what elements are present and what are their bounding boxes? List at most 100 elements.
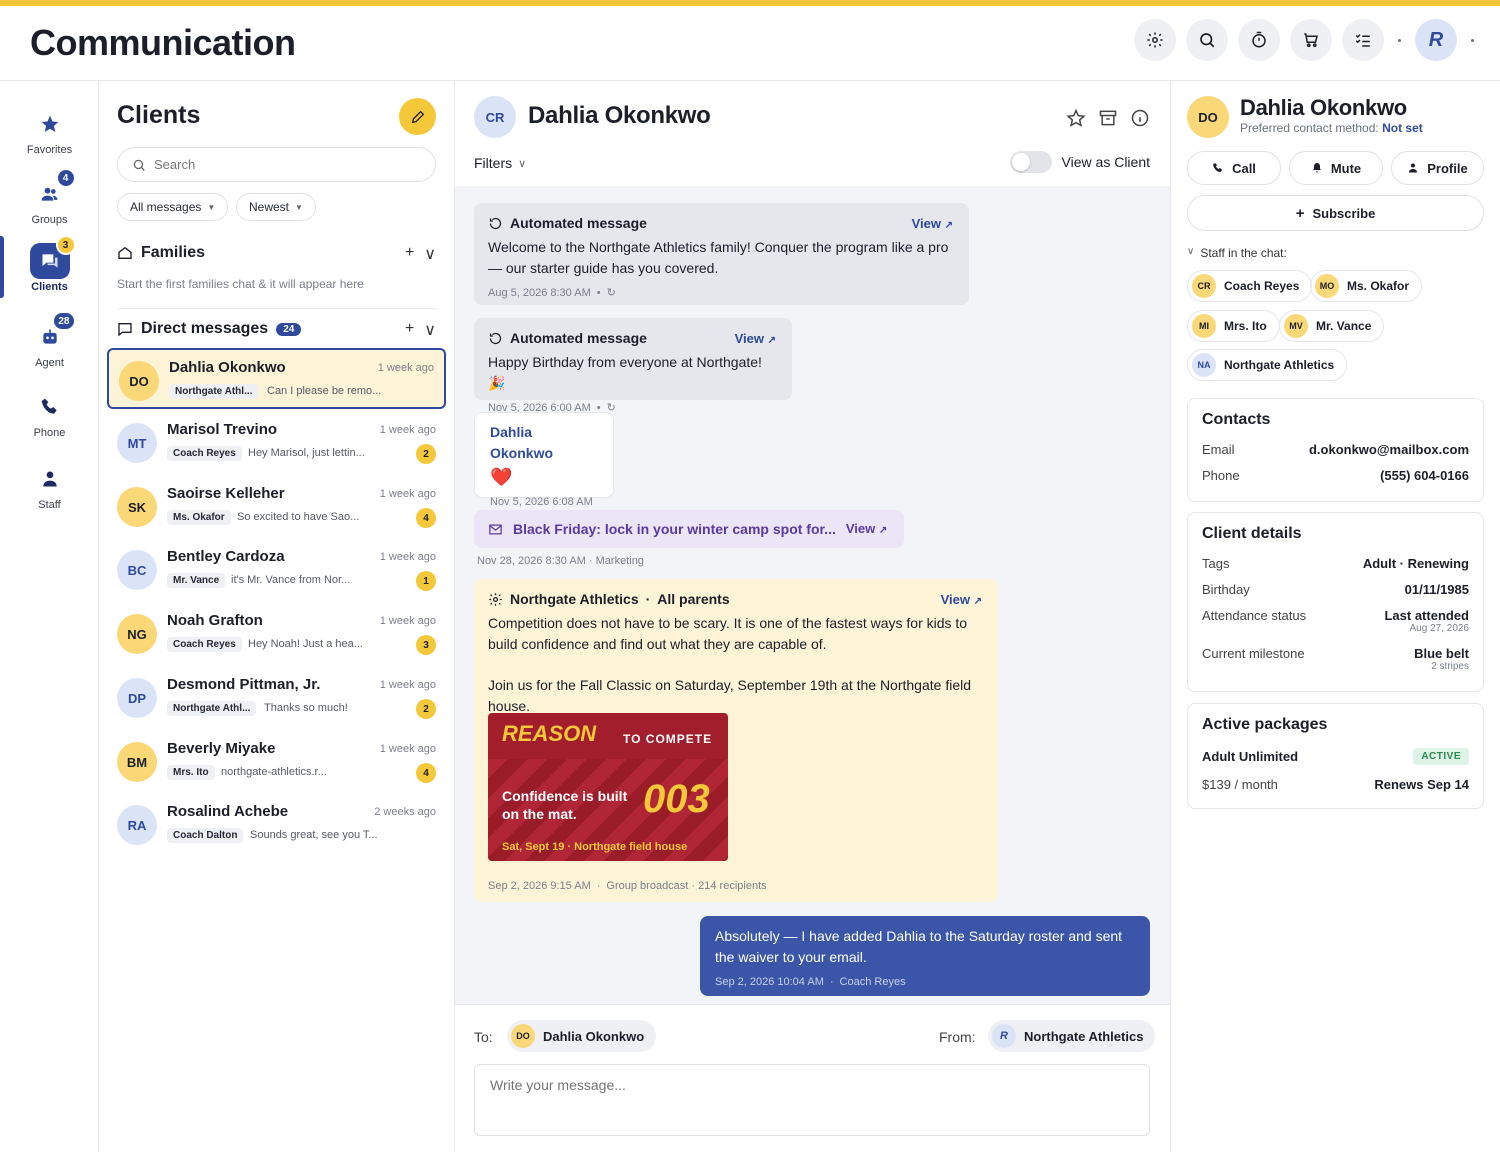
- call-button[interactable]: Call: [1187, 151, 1281, 185]
- email-value[interactable]: d.okonkwo@mailbox.com: [1309, 442, 1469, 457]
- user-avatar[interactable]: R: [1415, 19, 1457, 61]
- staff-chip[interactable]: MV Mr. Vance: [1279, 310, 1385, 342]
- direct-count-badge: 24: [276, 322, 302, 336]
- view-link[interactable]: View ↗: [846, 518, 887, 541]
- preferred-contact: Preferred contact method: Not set: [1240, 121, 1423, 135]
- families-section-header[interactable]: Families: [117, 244, 205, 262]
- staff-tag: Northgate Athl...: [167, 701, 257, 716]
- subscribe-button[interactable]: + Subscribe: [1187, 195, 1484, 231]
- avatar: DO: [119, 361, 159, 401]
- nav-item-staff[interactable]: Staff: [0, 461, 99, 521]
- history-icon: ↻: [606, 287, 616, 299]
- nav-item-favorites[interactable]: Favorites: [0, 106, 99, 166]
- search-button[interactable]: [1186, 19, 1228, 61]
- avatar: NG: [117, 614, 157, 654]
- preferred-contact-value[interactable]: Not set: [1382, 121, 1423, 135]
- nav-item-groups[interactable]: 4 Groups: [0, 168, 99, 236]
- timer-button[interactable]: [1238, 19, 1280, 61]
- menu-dot[interactable]: [1471, 38, 1474, 42]
- agent-badge: 28: [52, 311, 76, 331]
- conversation-name: Rosalind Achebe: [167, 803, 289, 820]
- direct-messages-header[interactable]: Direct messages 24: [117, 320, 302, 338]
- compose-button[interactable]: [399, 98, 436, 135]
- search-icon: [133, 159, 145, 171]
- staff-chip[interactable]: NA Northgate Athletics: [1187, 349, 1348, 381]
- staff-in-chat-header[interactable]: ∨ Staff in the chat:: [1187, 246, 1287, 260]
- chat-icon: [42, 254, 57, 268]
- view-as-client-toggle-row: View as Client: [1009, 151, 1150, 173]
- filter-sort[interactable]: Newest ▼: [236, 193, 316, 221]
- sender-chip[interactable]: R Northgate Athletics: [988, 1020, 1156, 1052]
- search-input[interactable]: [154, 157, 414, 172]
- conversation-name: Dahlia Okonkwo: [169, 359, 286, 376]
- profile-button[interactable]: Profile: [1391, 151, 1484, 185]
- conversation-name: Desmond Pittman, Jr.: [167, 676, 321, 693]
- person-icon: [42, 471, 57, 487]
- conversation-preview: So excited to have Sao...: [237, 511, 360, 523]
- staff-tag: Mr. Vance: [167, 573, 226, 588]
- chat-header: CR Dahlia Okonkwo Filters ∨ View as Clie…: [455, 81, 1170, 186]
- filters-dropdown[interactable]: Filters ∨: [474, 155, 526, 171]
- event-poster-image[interactable]: REASON TO COMPETE Confidence is built on…: [488, 713, 728, 861]
- client-message: Dahlia Okonkwo ❤️ Nov 5, 2026 6:08 AM: [474, 412, 614, 508]
- avatar: MT: [117, 423, 157, 463]
- staff-tag: Mrs. Ito: [167, 765, 215, 780]
- families-empty-note: Start the first families chat & it will …: [117, 277, 364, 291]
- staff-chip[interactable]: MO Ms. Okafor: [1310, 270, 1423, 302]
- conversation-time: 1 week ago: [377, 362, 434, 374]
- avatar: BC: [117, 550, 157, 590]
- staff-chip[interactable]: CR Coach Reyes: [1187, 270, 1313, 302]
- view-link[interactable]: View ↗: [735, 328, 776, 351]
- house-icon: [118, 246, 132, 259]
- attendance-value: Last attended: [1384, 608, 1469, 623]
- unread-badge: 2: [416, 444, 436, 464]
- conversation-item[interactable]: DP Desmond Pittman, Jr. 1 week ago North…: [107, 667, 446, 728]
- conversation-item[interactable]: MT Marisol Trevino 1 week ago Coach Reye…: [107, 412, 446, 473]
- cart-button[interactable]: [1290, 19, 1332, 61]
- conversation-item[interactable]: DO Dahlia Okonkwo 1 week ago Northgate A…: [107, 348, 446, 409]
- view-link[interactable]: View ↗: [941, 589, 982, 612]
- add-direct-message-button[interactable]: +: [405, 320, 414, 340]
- nav-item-phone[interactable]: Phone: [0, 389, 99, 449]
- conversation-item[interactable]: BM Beverly Miyake 1 week ago Mrs. Ito no…: [107, 731, 446, 792]
- view-link[interactable]: View ↗: [912, 213, 953, 236]
- filter-all-messages[interactable]: All messages ▼: [117, 193, 229, 221]
- avatar: DP: [117, 678, 157, 718]
- conversation-item[interactable]: BC Bentley Cardoza 1 week ago Mr. Vance …: [107, 539, 446, 600]
- marketing-message[interactable]: Black Friday: lock in your winter camp s…: [474, 510, 904, 548]
- conversation-item[interactable]: SK Saoirse Kelleher 1 week ago Ms. Okafo…: [107, 476, 446, 537]
- view-as-client-toggle[interactable]: [1009, 151, 1052, 173]
- pencil-icon: [411, 110, 424, 123]
- mute-button[interactable]: Mute: [1289, 151, 1383, 185]
- tags-value: Adult · Renewing: [1362, 556, 1469, 571]
- marketing-meta: Nov 28, 2026 8:30 AM · Marketing: [477, 555, 644, 567]
- staff-chip[interactable]: MI Mrs. Ito: [1187, 310, 1280, 342]
- tasks-button[interactable]: [1342, 19, 1384, 61]
- conversation-item[interactable]: NG Noah Grafton 1 week ago Coach Reyes H…: [107, 603, 446, 664]
- conversation-time: 1 week ago: [379, 488, 436, 500]
- conversation-time: 2 weeks ago: [374, 806, 436, 818]
- add-family-chat-button[interactable]: +: [405, 244, 414, 264]
- message-input[interactable]: [474, 1064, 1150, 1136]
- settings-button[interactable]: [1134, 19, 1176, 61]
- conversation-name: Noah Grafton: [167, 612, 263, 629]
- chevron-down-icon: ∨: [1187, 246, 1195, 257]
- clients-title: Clients: [117, 101, 201, 129]
- phone-value[interactable]: (555) 604-0166: [1380, 468, 1469, 483]
- star-outline-icon[interactable]: [1066, 108, 1086, 128]
- history-icon: [489, 217, 502, 230]
- groups-badge: 4: [55, 168, 76, 188]
- info-icon[interactable]: [1130, 108, 1150, 128]
- recipient-chip[interactable]: DO Dahlia Okonkwo: [507, 1020, 657, 1052]
- unread-badge: 3: [416, 635, 436, 655]
- archive-icon[interactable]: [1098, 108, 1118, 128]
- automated-message: Automated message View ↗ Happy Birthday …: [474, 318, 792, 414]
- nav-item-agent[interactable]: 28 Agent: [0, 311, 99, 379]
- message-icon: [118, 323, 132, 337]
- gear-icon: [1147, 32, 1163, 48]
- nav-item-clients[interactable]: 3 Clients: [0, 235, 99, 303]
- collapse-direct-button[interactable]: ∨: [424, 320, 436, 340]
- conversation-item[interactable]: RA Rosalind Achebe 2 weeks ago Coach Dal…: [107, 794, 446, 855]
- package-name[interactable]: Adult Unlimited: [1202, 749, 1298, 764]
- collapse-families-button[interactable]: ∨: [424, 244, 436, 264]
